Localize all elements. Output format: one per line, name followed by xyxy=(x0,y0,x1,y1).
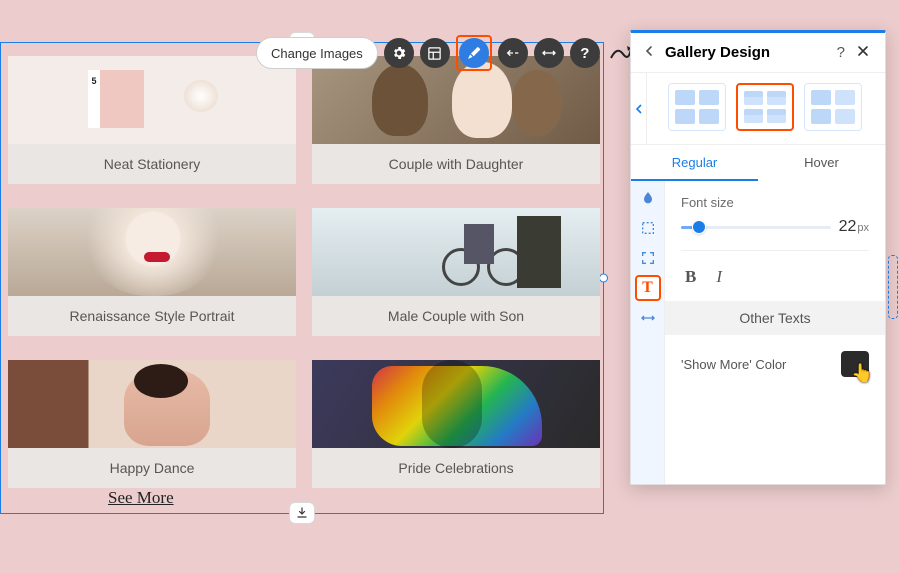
animation-icon xyxy=(505,45,521,61)
side-nav-spacing[interactable] xyxy=(635,305,661,331)
gallery-caption: Pride Celebrations xyxy=(312,448,600,488)
gallery-caption: Renaissance Style Portrait xyxy=(8,296,296,336)
other-texts-section[interactable]: Other Texts xyxy=(665,301,885,335)
layout-option-side-caption[interactable] xyxy=(804,83,862,131)
spacing-icon xyxy=(640,310,656,326)
design-panel: Gallery Design ? Regular Hover xyxy=(630,30,886,485)
droplet-icon xyxy=(640,190,656,206)
animation-button[interactable] xyxy=(498,38,528,68)
show-more-color-label: 'Show More' Color xyxy=(681,357,786,372)
download-icon xyxy=(296,507,308,519)
gallery-item[interactable]: Renaissance Style Portrait xyxy=(8,208,296,336)
font-size-slider[interactable] xyxy=(681,226,831,229)
change-images-button[interactable]: Change Images xyxy=(256,37,378,69)
gallery-caption: Male Couple with Son xyxy=(312,296,600,336)
panel-resize-handle[interactable] xyxy=(888,255,898,319)
tab-regular[interactable]: Regular xyxy=(631,145,758,181)
gallery-caption: Happy Dance xyxy=(8,448,296,488)
text-settings: Font size 22px B I Other Texts 'Show Mor… xyxy=(665,181,885,484)
stretch-button[interactable] xyxy=(534,38,564,68)
gallery-image xyxy=(8,208,296,296)
gallery-grid: 5 Neat Stationery Couple with Daughter R… xyxy=(8,56,600,488)
layout-icon xyxy=(427,46,442,61)
design-button[interactable] xyxy=(459,38,489,68)
corners-icon xyxy=(640,250,656,266)
chevron-left-icon xyxy=(634,104,644,114)
help-button[interactable]: ? xyxy=(570,38,600,68)
paintbrush-icon xyxy=(466,45,482,61)
layout-option-thumbnails[interactable] xyxy=(668,83,726,131)
pointer-cursor-icon: 👆 xyxy=(851,363,873,384)
state-tabs: Regular Hover xyxy=(631,145,885,181)
panel-side-nav: T xyxy=(631,181,665,484)
selection-handle-right[interactable] xyxy=(599,274,608,283)
dashed-square-icon xyxy=(640,220,656,236)
gallery-item[interactable]: Couple with Daughter xyxy=(312,56,600,184)
back-button[interactable] xyxy=(639,40,659,66)
settings-button[interactable] xyxy=(384,38,414,68)
panel-body: T Font size 22px B I Other Texts xyxy=(631,181,885,484)
editor-canvas: 5 Neat Stationery Couple with Daughter R… xyxy=(0,0,628,573)
gallery-image xyxy=(312,360,600,448)
question-icon: ? xyxy=(580,45,589,62)
bold-toggle[interactable]: B xyxy=(685,267,696,287)
gallery-image xyxy=(312,208,600,296)
design-button-highlight xyxy=(456,35,492,71)
gear-icon xyxy=(391,45,407,61)
panel-title: Gallery Design xyxy=(665,44,831,61)
layout-scroll-left[interactable] xyxy=(631,73,647,144)
side-nav-corners[interactable] xyxy=(635,245,661,271)
gallery-image xyxy=(8,360,296,448)
export-bottom-button[interactable] xyxy=(289,502,315,524)
see-more-link[interactable]: See More xyxy=(108,488,174,508)
layout-picker xyxy=(631,73,885,145)
gallery-item[interactable]: Male Couple with Son xyxy=(312,208,600,336)
show-more-color-swatch[interactable]: 👆 xyxy=(841,351,869,377)
stretch-icon xyxy=(541,45,557,61)
panel-close-button[interactable] xyxy=(851,42,875,63)
side-nav-border[interactable] xyxy=(635,215,661,241)
gallery-item[interactable]: Happy Dance xyxy=(8,360,296,488)
font-size-value: 22px xyxy=(839,218,869,236)
slider-thumb[interactable] xyxy=(693,221,705,233)
italic-toggle[interactable]: I xyxy=(716,267,722,287)
element-toolbar: Change Images ? xyxy=(256,36,636,70)
text-icon: T xyxy=(642,279,653,297)
gallery-item[interactable]: 5 Neat Stationery xyxy=(8,56,296,184)
close-icon xyxy=(857,45,869,57)
side-nav-fill[interactable] xyxy=(635,185,661,211)
side-nav-text[interactable]: T xyxy=(635,275,661,301)
gallery-image: 5 xyxy=(8,56,296,144)
gallery-item[interactable]: Pride Celebrations xyxy=(312,360,600,488)
gallery-caption: Neat Stationery xyxy=(8,144,296,184)
gallery-caption: Couple with Daughter xyxy=(312,144,600,184)
layout-option-thumbnails-caption[interactable] xyxy=(736,83,794,131)
font-size-label: Font size xyxy=(681,195,869,210)
panel-help-button[interactable]: ? xyxy=(831,42,851,63)
chevron-left-icon xyxy=(643,45,655,57)
panel-header: Gallery Design ? xyxy=(631,33,885,73)
layout-button[interactable] xyxy=(420,38,450,68)
tab-hover[interactable]: Hover xyxy=(758,145,885,181)
